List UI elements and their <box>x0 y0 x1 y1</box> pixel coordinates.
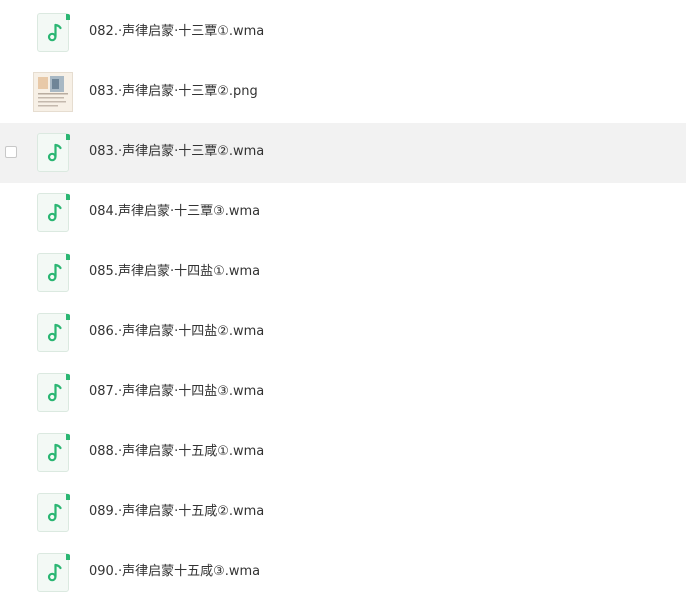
file-name[interactable]: 083.·声律启蒙·十三覃②.png <box>89 83 258 101</box>
audio-file-icon <box>37 253 70 292</box>
audio-file-icon <box>37 13 70 52</box>
file-name[interactable]: 082.·声律启蒙·十三覃①.wma <box>89 23 264 41</box>
image-thumbnail <box>33 72 73 112</box>
file-row[interactable]: 087.·声律启蒙·十四盐③.wma <box>0 363 686 423</box>
audio-file-icon <box>37 373 70 412</box>
file-name[interactable]: 089.·声律启蒙·十五咸②.wma <box>89 503 264 521</box>
file-name[interactable]: 087.·声律启蒙·十四盐③.wma <box>89 383 264 401</box>
file-name[interactable]: 090.·声律启蒙十五咸③.wma <box>89 563 260 581</box>
file-name[interactable]: 083.·声律启蒙·十三覃②.wma <box>89 143 264 161</box>
file-row[interactable]: 084.声律启蒙·十三覃③.wma <box>0 183 686 243</box>
file-list: 082.·声律启蒙·十三覃①.wma 083.·声律启蒙·十三覃②.png 08… <box>0 3 686 603</box>
file-row[interactable]: 083.·声律启蒙·十三覃②.wma <box>0 123 686 183</box>
file-name[interactable]: 088.·声律启蒙·十五咸①.wma <box>89 443 264 461</box>
audio-file-icon <box>37 433 70 472</box>
file-row[interactable]: 090.·声律启蒙十五咸③.wma <box>0 543 686 603</box>
audio-file-icon <box>37 193 70 232</box>
file-row[interactable]: 085.声律启蒙·十四盐①.wma <box>0 243 686 303</box>
file-name[interactable]: 085.声律启蒙·十四盐①.wma <box>89 263 260 281</box>
audio-file-icon <box>37 133 70 172</box>
audio-file-icon <box>37 553 70 592</box>
audio-file-icon <box>37 313 70 352</box>
file-row[interactable]: 089.·声律启蒙·十五咸②.wma <box>0 483 686 543</box>
file-row[interactable]: 082.·声律启蒙·十三覃①.wma <box>0 3 686 63</box>
file-row[interactable]: 083.·声律启蒙·十三覃②.png <box>0 63 686 123</box>
file-name[interactable]: 084.声律启蒙·十三覃③.wma <box>89 203 260 221</box>
select-checkbox[interactable] <box>5 146 17 158</box>
audio-file-icon <box>37 493 70 532</box>
file-name[interactable]: 086.·声律启蒙·十四盐②.wma <box>89 323 264 341</box>
file-row[interactable]: 086.·声律启蒙·十四盐②.wma <box>0 303 686 363</box>
file-row[interactable]: 088.·声律启蒙·十五咸①.wma <box>0 423 686 483</box>
